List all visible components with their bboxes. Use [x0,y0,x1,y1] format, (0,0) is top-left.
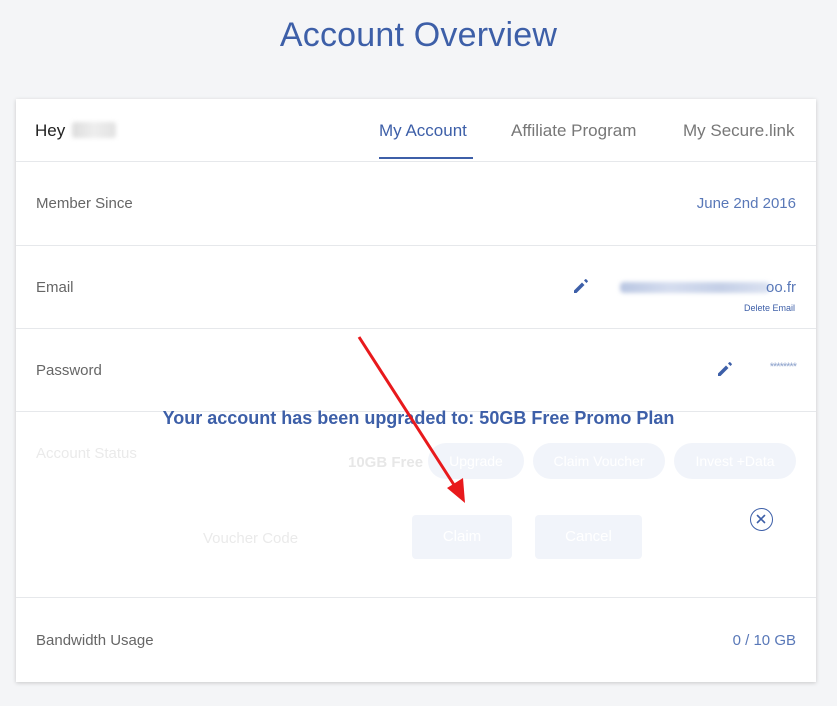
voucher-code-label: Voucher Code [203,530,299,547]
card-header: Hey My Account Affiliate Program My Secu… [16,99,816,162]
claim-button[interactable]: Claim [412,515,512,559]
password-row: Password ******** [16,329,816,412]
upgrade-notification-message: Your account has been upgraded to: 50GB … [162,408,675,428]
active-tab-indicator [379,157,473,159]
edit-password-pencil-icon[interactable] [716,360,734,378]
upgrade-button[interactable]: Upgrade [428,443,524,479]
email-label: Email [36,279,74,296]
password-masked-value: ******** [769,361,797,373]
account-card: Hey My Account Affiliate Program My Secu… [16,99,816,682]
account-status-row: Account Status 10GB Free Upgrade Claim V… [16,412,816,598]
tab-affiliate-program[interactable]: Affiliate Program [511,121,636,141]
email-value-tail: oo.fr [765,279,796,296]
cancel-button[interactable]: Cancel [535,515,642,559]
edit-email-pencil-icon[interactable] [572,277,590,295]
member-since-row: Member Since June 2nd 2016 [16,162,816,246]
username-redacted [71,122,116,138]
current-plan-text: 10GB Free [348,454,424,471]
delete-email-link[interactable]: Delete Email [744,303,795,313]
greeting: Hey [35,121,116,141]
email-redacted [620,282,770,293]
member-since-value: June 2nd 2016 [696,195,796,212]
email-row: Email oo.fr Delete Email [16,246,816,329]
close-circle-icon[interactable] [750,508,773,531]
password-label: Password [36,362,102,379]
greeting-text: Hey [35,121,66,140]
bandwidth-label: Bandwidth Usage [36,632,154,649]
claim-voucher-button[interactable]: Claim Voucher [533,443,665,479]
bandwidth-value: 0 / 10 GB [732,632,796,649]
invest-data-button[interactable]: Invest +Data [674,443,796,479]
bandwidth-row: Bandwidth Usage 0 / 10 GB [16,598,816,682]
tab-my-account[interactable]: My Account [379,121,467,141]
account-status-label: Account Status [36,445,137,462]
page-title: Account Overview [279,16,558,54]
member-since-label: Member Since [36,195,133,212]
tab-my-secure-link[interactable]: My Secure.link [683,121,794,141]
